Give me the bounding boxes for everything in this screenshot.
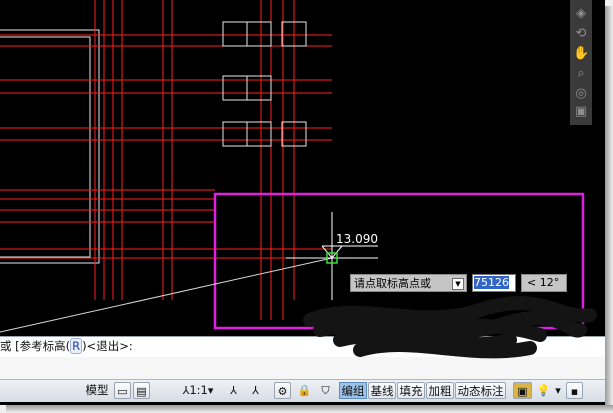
chevron-down-icon[interactable]: ▼: [452, 278, 464, 290]
dynamic-input-value: 75126: [474, 276, 509, 289]
annotation-scale[interactable]: ⅄1:1▾: [176, 382, 220, 399]
status-tool-baseline[interactable]: 基线: [368, 382, 396, 399]
cube-icon[interactable]: ◈: [573, 6, 589, 22]
grid-lines: [0, 0, 332, 320]
status-tool-dynamic-dim[interactable]: 动态标注: [455, 382, 506, 399]
window-shadow-right: [605, 6, 613, 413]
building-outline: [0, 29, 100, 264]
orbit-icon[interactable]: ⟲: [573, 26, 589, 42]
gear-icon[interactable]: ⚙: [274, 382, 291, 399]
command-prefix: 或: [0, 339, 12, 353]
rubber-band-line: [0, 257, 333, 333]
status-tool-bold[interactable]: 加粗: [426, 382, 454, 399]
status-tool-fill[interactable]: 填充: [397, 382, 425, 399]
elevation-symbol: [321, 245, 378, 259]
auto-scale-icon[interactable]: ⅄: [247, 382, 264, 399]
window-shadow-bottom: [6, 405, 613, 413]
computer-icon[interactable]: ▣: [513, 382, 532, 399]
building-inner-outline: [0, 36, 91, 258]
chevron-down-icon: ▾: [207, 384, 214, 397]
pan-icon[interactable]: ✋: [573, 46, 589, 62]
chevron-down-icon[interactable]: ▾: [553, 382, 563, 399]
scribble-redaction: [303, 296, 597, 359]
zoom-icon[interactable]: ⌕: [573, 66, 589, 82]
elevation-label: 13.090: [336, 232, 378, 246]
annotation-scale-value: 1:1: [189, 383, 208, 397]
command-option-open[interactable]: [参考标高(: [15, 339, 70, 353]
layout-icon[interactable]: ▭: [114, 382, 131, 399]
navigation-bar: ◈ ⟲ ✋ ⌕ ◎ ▣: [570, 0, 592, 125]
layout-list-icon[interactable]: ▤: [133, 382, 150, 399]
command-option-key[interactable]: R: [70, 338, 83, 354]
showmotion-icon[interactable]: ▣: [573, 104, 589, 120]
annotation-visibility-icon[interactable]: ⅄: [225, 382, 242, 399]
drawing-window: 13.090 ◈ ⟲ ✋ ⌕ ◎ ▣ 请点取标高点或 ▼ 75126 < 12°…: [0, 0, 605, 405]
model-tab[interactable]: 模型: [82, 382, 112, 399]
command-option-close: )<退出>:: [82, 339, 133, 353]
status-tool-group[interactable]: 编组: [339, 382, 367, 399]
status-bar: 模型 ▭ ▤ ⅄1:1▾ ⅄ ⅄ ⚙ 🔒 ⛉ 编组 基线 填充 加粗 动态标注 …: [0, 379, 605, 402]
dynamic-input-prompt-text: 请点取标高点或: [354, 277, 431, 290]
lock-icon[interactable]: 🔒: [296, 382, 313, 399]
clean-screen-icon[interactable]: ▪: [566, 382, 583, 399]
lightbulb-icon[interactable]: 💡: [535, 382, 552, 399]
steering-wheel-icon[interactable]: ◎: [573, 86, 589, 102]
hardware-accel-icon[interactable]: ⛉: [317, 382, 334, 399]
